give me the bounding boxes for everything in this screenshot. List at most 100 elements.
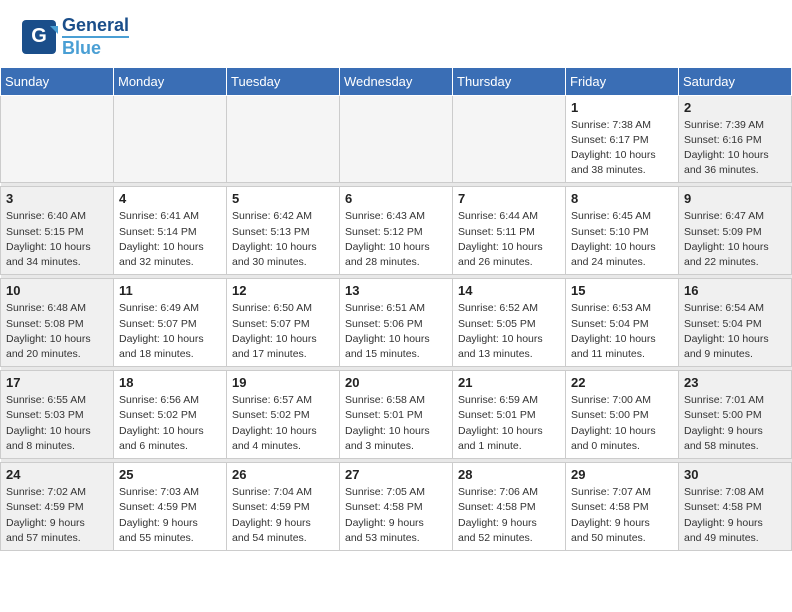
day-info: Sunrise: 7:03 AMSunset: 4:59 PMDaylight:… <box>119 485 221 546</box>
day-info: Sunrise: 6:43 AMSunset: 5:12 PMDaylight:… <box>345 209 447 270</box>
day-number: 16 <box>684 283 786 298</box>
week-row-5: 24Sunrise: 7:02 AMSunset: 4:59 PMDayligh… <box>1 463 792 551</box>
day-header-monday: Monday <box>114 67 227 95</box>
week-row-1: 1Sunrise: 7:38 AMSunset: 6:17 PMDaylight… <box>1 95 792 183</box>
day-info: Sunrise: 6:58 AMSunset: 5:01 PMDaylight:… <box>345 393 447 454</box>
day-info: Sunrise: 6:52 AMSunset: 5:05 PMDaylight:… <box>458 301 560 362</box>
day-info: Sunrise: 6:48 AMSunset: 5:08 PMDaylight:… <box>6 301 108 362</box>
day-number: 28 <box>458 467 560 482</box>
day-number: 9 <box>684 191 786 206</box>
day-cell: 2 Sunrise: 7:39 AMSunset: 6:16 PMDaylight… <box>679 95 792 183</box>
day-number: 12 <box>232 283 334 298</box>
day-cell: 28 Sunrise: 7:06 AMSunset: 4:58 PMDayligh… <box>453 463 566 551</box>
day-info: Sunrise: 7:01 AMSunset: 5:00 PMDaylight:… <box>684 393 786 454</box>
day-cell: 13 Sunrise: 6:51 AMSunset: 5:06 PMDayligh… <box>340 279 453 367</box>
day-info: Sunrise: 6:59 AMSunset: 5:01 PMDaylight:… <box>458 393 560 454</box>
day-number: 21 <box>458 375 560 390</box>
day-info: Sunrise: 7:04 AMSunset: 4:59 PMDaylight:… <box>232 485 334 546</box>
day-info: Sunrise: 6:51 AMSunset: 5:06 PMDaylight:… <box>345 301 447 362</box>
day-info: Sunrise: 6:45 AMSunset: 5:10 PMDaylight:… <box>571 209 673 270</box>
day-info: Sunrise: 7:06 AMSunset: 4:58 PMDaylight:… <box>458 485 560 546</box>
day-number: 27 <box>345 467 447 482</box>
day-cell <box>453 95 566 183</box>
day-cell: 9 Sunrise: 6:47 AMSunset: 5:09 PMDaylight… <box>679 187 792 275</box>
day-number: 11 <box>119 283 221 298</box>
day-number: 8 <box>571 191 673 206</box>
day-number: 20 <box>345 375 447 390</box>
day-number: 13 <box>345 283 447 298</box>
day-cell: 22 Sunrise: 7:00 AMSunset: 5:00 PMDayligh… <box>566 371 679 459</box>
day-cell: 23 Sunrise: 7:01 AMSunset: 5:00 PMDayligh… <box>679 371 792 459</box>
day-number: 15 <box>571 283 673 298</box>
page-header: G General Blue <box>0 0 792 67</box>
day-cell: 21 Sunrise: 6:59 AMSunset: 5:01 PMDayligh… <box>453 371 566 459</box>
day-info: Sunrise: 7:08 AMSunset: 4:58 PMDaylight:… <box>684 485 786 546</box>
day-info: Sunrise: 6:47 AMSunset: 5:09 PMDaylight:… <box>684 209 786 270</box>
day-cell: 3Sunrise: 6:40 AMSunset: 5:15 PMDaylight… <box>1 187 114 275</box>
day-header-thursday: Thursday <box>453 67 566 95</box>
logo-text-blue: Blue <box>62 36 129 59</box>
day-number: 19 <box>232 375 334 390</box>
day-info: Sunrise: 6:50 AMSunset: 5:07 PMDaylight:… <box>232 301 334 362</box>
day-cell: 6 Sunrise: 6:43 AMSunset: 5:12 PMDaylight… <box>340 187 453 275</box>
day-cell: 1Sunrise: 7:38 AMSunset: 6:17 PMDaylight… <box>566 95 679 183</box>
calendar-header-row: SundayMondayTuesdayWednesdayThursdayFrid… <box>1 67 792 95</box>
day-info: Sunrise: 6:55 AMSunset: 5:03 PMDaylight:… <box>6 393 108 454</box>
day-cell: 7Sunrise: 6:44 AMSunset: 5:11 PMDaylight… <box>453 187 566 275</box>
day-cell: 20 Sunrise: 6:58 AMSunset: 5:01 PMDayligh… <box>340 371 453 459</box>
week-row-2: 3Sunrise: 6:40 AMSunset: 5:15 PMDaylight… <box>1 187 792 275</box>
day-header-tuesday: Tuesday <box>227 67 340 95</box>
day-cell: 5Sunrise: 6:42 AMSunset: 5:13 PMDaylight… <box>227 187 340 275</box>
day-number: 7 <box>458 191 560 206</box>
day-info: Sunrise: 6:53 AMSunset: 5:04 PMDaylight:… <box>571 301 673 362</box>
day-info: Sunrise: 7:05 AMSunset: 4:58 PMDaylight:… <box>345 485 447 546</box>
logo: G General Blue <box>20 16 129 59</box>
day-info: Sunrise: 7:07 AMSunset: 4:58 PMDaylight:… <box>571 485 673 546</box>
day-cell: 10 Sunrise: 6:48 AMSunset: 5:08 PMDayligh… <box>1 279 114 367</box>
day-cell: 16Sunrise: 6:54 AMSunset: 5:04 PMDayligh… <box>679 279 792 367</box>
day-number: 26 <box>232 467 334 482</box>
day-number: 23 <box>684 375 786 390</box>
day-number: 24 <box>6 467 108 482</box>
day-info: Sunrise: 6:41 AMSunset: 5:14 PMDaylight:… <box>119 209 221 270</box>
week-row-3: 10 Sunrise: 6:48 AMSunset: 5:08 PMDayligh… <box>1 279 792 367</box>
day-number: 14 <box>458 283 560 298</box>
day-number: 2 <box>684 100 786 115</box>
day-info: Sunrise: 6:42 AMSunset: 5:13 PMDaylight:… <box>232 209 334 270</box>
day-cell: 8 Sunrise: 6:45 AMSunset: 5:10 PMDaylight… <box>566 187 679 275</box>
day-info: Sunrise: 6:40 AMSunset: 5:15 PMDaylight:… <box>6 209 108 270</box>
week-row-4: 17Sunrise: 6:55 AMSunset: 5:03 PMDayligh… <box>1 371 792 459</box>
day-number: 25 <box>119 467 221 482</box>
day-cell: 18 Sunrise: 6:56 AMSunset: 5:02 PMDayligh… <box>114 371 227 459</box>
calendar-table: SundayMondayTuesdayWednesdayThursdayFrid… <box>0 67 792 551</box>
day-cell <box>114 95 227 183</box>
day-cell: 29 Sunrise: 7:07 AMSunset: 4:58 PMDayligh… <box>566 463 679 551</box>
day-header-friday: Friday <box>566 67 679 95</box>
day-cell <box>227 95 340 183</box>
day-number: 29 <box>571 467 673 482</box>
day-cell: 30Sunrise: 7:08 AMSunset: 4:58 PMDayligh… <box>679 463 792 551</box>
day-number: 1 <box>571 100 673 115</box>
day-cell: 17Sunrise: 6:55 AMSunset: 5:03 PMDayligh… <box>1 371 114 459</box>
day-number: 22 <box>571 375 673 390</box>
logo-icon: G <box>20 18 58 56</box>
day-number: 4 <box>119 191 221 206</box>
day-info: Sunrise: 6:57 AMSunset: 5:02 PMDaylight:… <box>232 393 334 454</box>
day-cell: 11 Sunrise: 6:49 AMSunset: 5:07 PMDayligh… <box>114 279 227 367</box>
day-cell: 4 Sunrise: 6:41 AMSunset: 5:14 PMDaylight… <box>114 187 227 275</box>
day-cell: 27 Sunrise: 7:05 AMSunset: 4:58 PMDayligh… <box>340 463 453 551</box>
day-number: 18 <box>119 375 221 390</box>
day-info: Sunrise: 6:49 AMSunset: 5:07 PMDaylight:… <box>119 301 221 362</box>
day-info: Sunrise: 6:56 AMSunset: 5:02 PMDaylight:… <box>119 393 221 454</box>
day-number: 6 <box>345 191 447 206</box>
day-cell: 19 Sunrise: 6:57 AMSunset: 5:02 PMDayligh… <box>227 371 340 459</box>
day-cell: 25 Sunrise: 7:03 AMSunset: 4:59 PMDayligh… <box>114 463 227 551</box>
day-cell <box>340 95 453 183</box>
day-info: Sunrise: 7:00 AMSunset: 5:00 PMDaylight:… <box>571 393 673 454</box>
day-number: 10 <box>6 283 108 298</box>
day-cell <box>1 95 114 183</box>
day-info: Sunrise: 7:39 AMSunset: 6:16 PMDaylight:… <box>684 118 786 179</box>
day-cell: 14 Sunrise: 6:52 AMSunset: 5:05 PMDayligh… <box>453 279 566 367</box>
day-header-saturday: Saturday <box>679 67 792 95</box>
day-header-sunday: Sunday <box>1 67 114 95</box>
